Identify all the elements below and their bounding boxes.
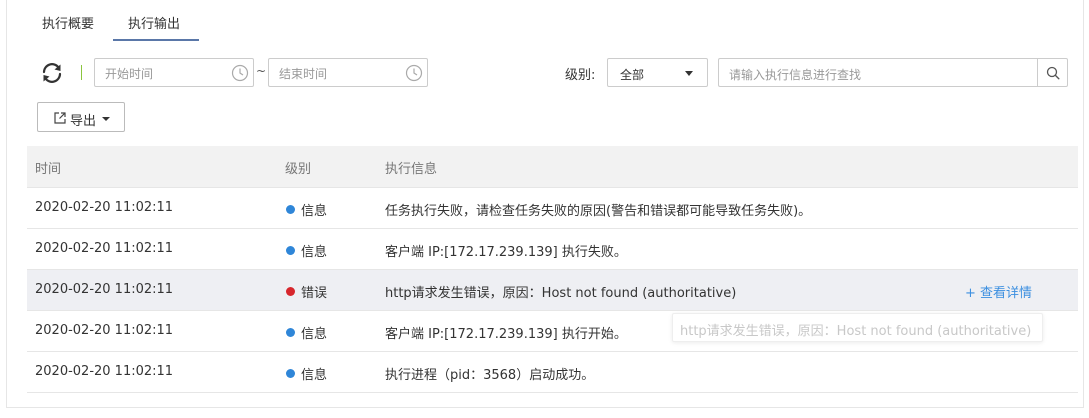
level-select-value: 全部 [620, 68, 645, 82]
level-indicator-dot [286, 328, 295, 337]
search-button[interactable] [1037, 58, 1068, 87]
row-level: 错误 [301, 286, 328, 301]
level-indicator-dot [286, 369, 295, 378]
row-time: 2020-02-20 11:02:11 [35, 364, 174, 379]
range-separator: ~ [256, 64, 267, 78]
tooltip-text: http请求发生错误，原因：Host not found (authoritat… [680, 324, 1032, 339]
refresh-icon[interactable] [40, 61, 64, 85]
view-details-link[interactable]: + 查看详情 [965, 282, 1032, 301]
end-time-input[interactable]: 结束时间 [268, 58, 428, 87]
row-message: 客户端 IP:[172.17.239.139] 执行开始。 [385, 327, 627, 342]
row-level: 信息 [301, 368, 328, 383]
row-message: 客户端 IP:[172.17.239.139] 执行失败。 [385, 245, 627, 260]
row-message: http请求发生错误，原因：Host not found (authoritat… [385, 286, 737, 301]
level-indicator-dot [286, 205, 295, 214]
row-time: 2020-02-20 11:02:11 [35, 282, 174, 297]
export-label: 导出 [70, 114, 97, 129]
search-placeholder: 请输入执行信息进行查找 [729, 68, 862, 82]
column-header-message: 执行信息 [385, 162, 438, 177]
end-time-placeholder: 结束时间 [279, 67, 328, 81]
table-row: 2020-02-20 11:02:11 信息 客户端 IP:[172.17.23… [27, 229, 1078, 270]
level-indicator-dot [286, 246, 295, 255]
start-time-placeholder: 开始时间 [105, 67, 154, 81]
table-row: 2020-02-20 11:02:11 信息 执行进程（pid：3568）启动成… [27, 352, 1078, 393]
toolbar-divider [81, 65, 82, 80]
table-header: 时间 级别 执行信息 [27, 146, 1078, 188]
column-header-level: 级别 [285, 162, 312, 177]
row-level: 信息 [301, 204, 328, 219]
row-time: 2020-02-20 11:02:11 [35, 241, 174, 256]
tab-execution-output[interactable]: 执行输出 [128, 13, 180, 32]
export-button[interactable]: 导出 [37, 102, 125, 132]
message-tooltip: http请求发生错误，原因：Host not found (authoritat… [672, 313, 1043, 342]
log-table: 时间 级别 执行信息 2020-02-20 11:02:11 信息 任务执行失败… [27, 146, 1078, 393]
row-time: 2020-02-20 11:02:11 [35, 323, 174, 338]
export-icon [53, 111, 67, 125]
row-message: 执行进程（pid：3568）启动成功。 [385, 368, 595, 383]
table-row: 2020-02-20 11:02:11 信息 任务执行失败，请检查任务失败的原因… [27, 188, 1078, 229]
row-message: 任务执行失败，请检查任务失败的原因(警告和错误都可能导致任务失败)。 [385, 204, 812, 219]
chevron-down-icon [685, 71, 693, 76]
clock-icon [405, 64, 423, 82]
search-input[interactable]: 请输入执行信息进行查找 [718, 58, 1037, 87]
column-header-time: 时间 [35, 162, 62, 177]
level-indicator-dot [286, 287, 295, 296]
search-icon [1046, 66, 1060, 80]
tab-execution-summary[interactable]: 执行概要 [42, 13, 94, 32]
start-time-input[interactable]: 开始时间 [94, 58, 254, 87]
level-select[interactable]: 全部 [607, 58, 708, 87]
active-tab-indicator [113, 39, 199, 41]
table-row: 2020-02-20 11:02:11 错误 http请求发生错误，原因：Hos… [27, 270, 1078, 311]
row-level: 信息 [301, 327, 328, 342]
chevron-down-icon [102, 117, 110, 121]
level-filter-label: 级别: [565, 68, 596, 83]
row-time: 2020-02-20 11:02:11 [35, 200, 174, 215]
row-level: 信息 [301, 245, 328, 260]
clock-icon [231, 64, 249, 82]
